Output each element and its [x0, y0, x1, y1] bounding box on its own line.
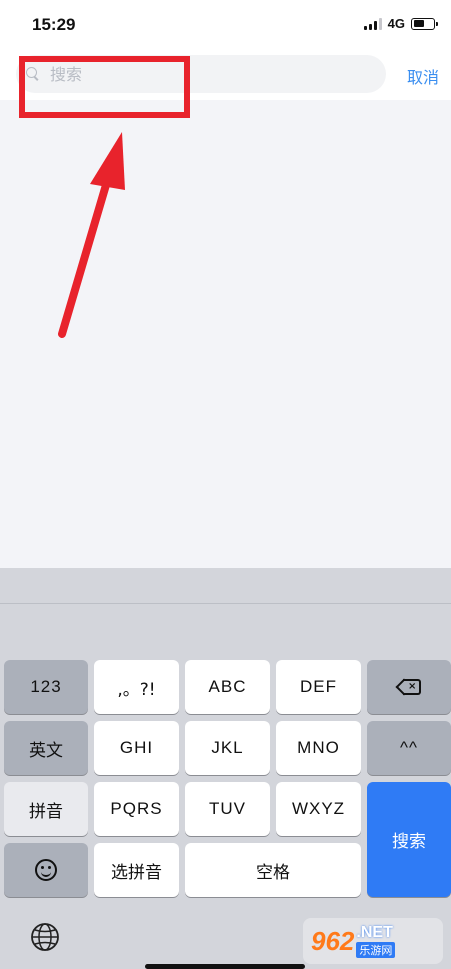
- key-english[interactable]: 英文: [4, 721, 88, 775]
- annotation-arrow: [58, 132, 125, 338]
- key-wxyz[interactable]: WXYZ: [276, 782, 361, 836]
- key-jkl[interactable]: JKL: [185, 721, 270, 775]
- search-key[interactable]: 搜索: [367, 782, 451, 897]
- candidate-bar: [0, 568, 451, 604]
- key-select-pinyin[interactable]: 选拼音: [94, 843, 179, 897]
- key-mno[interactable]: MNO: [276, 721, 361, 775]
- backspace-icon: ×: [395, 678, 421, 696]
- backspace-key[interactable]: ×: [367, 660, 451, 714]
- key-punctuation[interactable]: ,。?!: [94, 660, 179, 714]
- key-def[interactable]: DEF: [276, 660, 361, 714]
- key-kaomoji[interactable]: ^^: [367, 721, 451, 775]
- watermark-logo: 962: [311, 925, 355, 956]
- key-ghi[interactable]: GHI: [94, 721, 179, 775]
- key-emoji[interactable]: [4, 843, 88, 897]
- globe-icon[interactable]: [30, 922, 60, 952]
- key-abc[interactable]: ABC: [185, 660, 270, 714]
- site-watermark: 962 .NET 乐游网: [303, 918, 443, 964]
- keyboard: 123 ,。?! ABC DEF × 英文 GHI JKL MNO ^^ 拼音 …: [0, 568, 451, 969]
- home-indicator: [145, 964, 305, 969]
- key-pqrs[interactable]: PQRS: [94, 782, 179, 836]
- key-123[interactable]: 123: [4, 660, 88, 714]
- emoji-icon: [35, 859, 57, 881]
- space-key[interactable]: 空格: [185, 843, 361, 897]
- watermark-net: .NET: [356, 924, 393, 941]
- watermark-cn: 乐游网: [356, 942, 396, 958]
- key-pinyin[interactable]: 拼音: [4, 782, 88, 836]
- key-tuv[interactable]: TUV: [185, 782, 270, 836]
